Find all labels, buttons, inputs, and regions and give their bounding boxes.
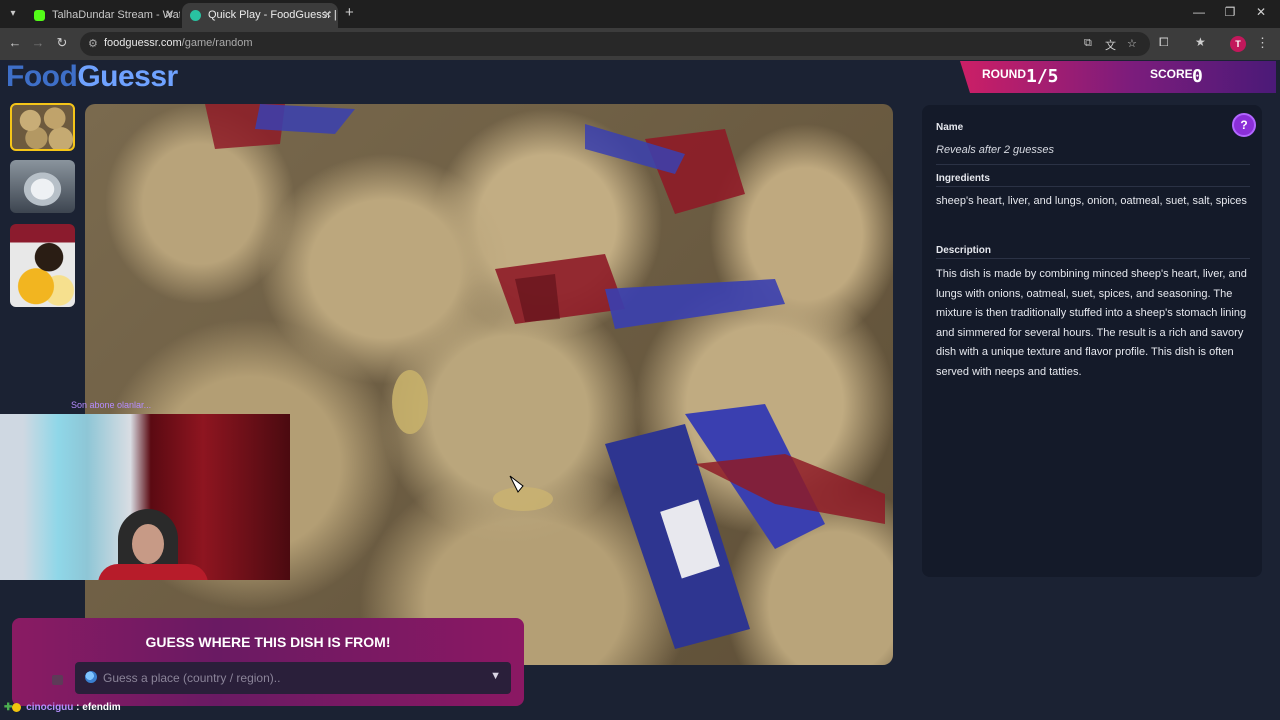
divider	[936, 258, 1250, 259]
close-icon[interactable]: ✕	[323, 3, 332, 28]
app-root: ▾ TalhaDundar Stream - Watch Li ✕ Quick …	[0, 0, 1280, 720]
chat-username: cinociguu	[26, 702, 74, 713]
back-icon[interactable]: ←	[6, 35, 24, 50]
foodguessr-logo[interactable]: FoodGuessr	[6, 60, 178, 94]
guess-panel: GUESS WHERE THIS DISH IS FROM! Guess a p…	[12, 618, 524, 706]
divider	[936, 186, 1250, 187]
score-value: 0	[1192, 66, 1203, 87]
guess-placeholder: Guess a place (country / region)..	[103, 671, 281, 685]
round-score-box: ROUND 1/5 SCORE 0	[960, 61, 1276, 93]
bookmarks-icon[interactable]: ★	[1195, 35, 1206, 49]
webcam-overlay	[0, 414, 290, 580]
tab-search-icon[interactable]: ▾	[4, 5, 22, 23]
url-text: foodguessr.com/game/random	[104, 37, 253, 49]
score-label: SCORE	[1150, 67, 1193, 81]
chat-message: ✚ cinociguu : efendim	[4, 702, 121, 713]
profile-avatar[interactable]: T	[1230, 36, 1246, 52]
minimize-icon[interactable]: —	[1188, 5, 1210, 19]
guess-title: GUESS WHERE THIS DISH IS FROM!	[145, 634, 391, 650]
tab-title: Quick Play - FoodGuessr | Food	[208, 9, 338, 21]
site-info-icon[interactable]: ⚙	[88, 37, 98, 50]
tab-stream[interactable]: TalhaDundar Stream - Watch Li ✕	[26, 3, 180, 28]
description-label: Description	[936, 245, 992, 256]
logo-food: Food	[6, 60, 78, 93]
tab-foodguessr[interactable]: Quick Play - FoodGuessr | Food ✕	[182, 3, 338, 28]
sub-badge-icon	[12, 702, 22, 712]
chat-text: efendim	[82, 702, 121, 713]
translate-icon[interactable]: 文	[1105, 37, 1116, 53]
round-label: ROUND	[982, 67, 1026, 81]
browser-toolbar: ← → ↻ ⚙ foodguessr.com/game/random ⧉ 文 ☆…	[0, 28, 1280, 60]
thumbnail-haggis[interactable]	[10, 103, 75, 151]
chevron-down-icon[interactable]: ▼	[490, 670, 501, 682]
url-domain: foodguessr.com	[104, 37, 182, 49]
thumbnail-plate[interactable]	[10, 224, 75, 307]
name-label: Name	[936, 122, 964, 133]
extensions-icon[interactable]: ⧠	[1159, 35, 1169, 50]
streamer-face	[132, 524, 164, 564]
url-path: /game/random	[181, 37, 253, 49]
plus-badge-icon: ✚	[4, 702, 13, 713]
browser-tabbar: ▾ TalhaDundar Stream - Watch Li ✕ Quick …	[0, 0, 1280, 28]
cam-caption: Son abone olanlar...	[71, 400, 152, 410]
round-value: 1/5	[1026, 66, 1059, 87]
close-icon[interactable]: ✕	[165, 3, 174, 28]
lock-icon	[52, 675, 63, 685]
name-value: Reveals after 2 guesses	[936, 144, 1055, 156]
menu-kebab-icon[interactable]: ⋮	[1256, 35, 1269, 51]
ingredients-label: Ingredients	[936, 173, 990, 184]
address-bar[interactable]: ⚙ foodguessr.com/game/random ⧉ 文 ☆	[80, 32, 1150, 56]
window-close-icon[interactable]: ✕	[1250, 5, 1272, 19]
logo-guessr: Guessr	[77, 60, 178, 93]
guess-location-select[interactable]: Guess a place (country / region).. ▼	[75, 662, 511, 694]
tab-title: TalhaDundar Stream - Watch Li	[52, 9, 180, 21]
thumbnail-coffee[interactable]	[10, 160, 75, 213]
help-icon[interactable]: ?	[1232, 113, 1256, 137]
globe-icon	[85, 671, 97, 683]
kick-favicon-icon	[34, 10, 45, 21]
chat-separator: :	[73, 702, 83, 713]
photo-details	[205, 104, 885, 649]
ingredients-value: sheep's heart, liver, and lungs, onion, …	[936, 195, 1247, 207]
install-app-icon[interactable]: ⧉	[1084, 37, 1092, 50]
description-value: This dish is made by combining minced sh…	[936, 268, 1247, 378]
forward-icon[interactable]: →	[29, 35, 47, 50]
restore-icon[interactable]: ❐	[1219, 5, 1241, 19]
foodguessr-favicon-icon	[190, 10, 201, 21]
new-tab-icon[interactable]: +	[345, 4, 354, 21]
dish-photo	[85, 104, 893, 665]
streamer-shirt	[98, 564, 208, 580]
divider	[936, 164, 1250, 165]
bookmark-star-icon[interactable]: ☆	[1127, 37, 1137, 50]
reload-icon[interactable]: ↻	[53, 35, 71, 51]
